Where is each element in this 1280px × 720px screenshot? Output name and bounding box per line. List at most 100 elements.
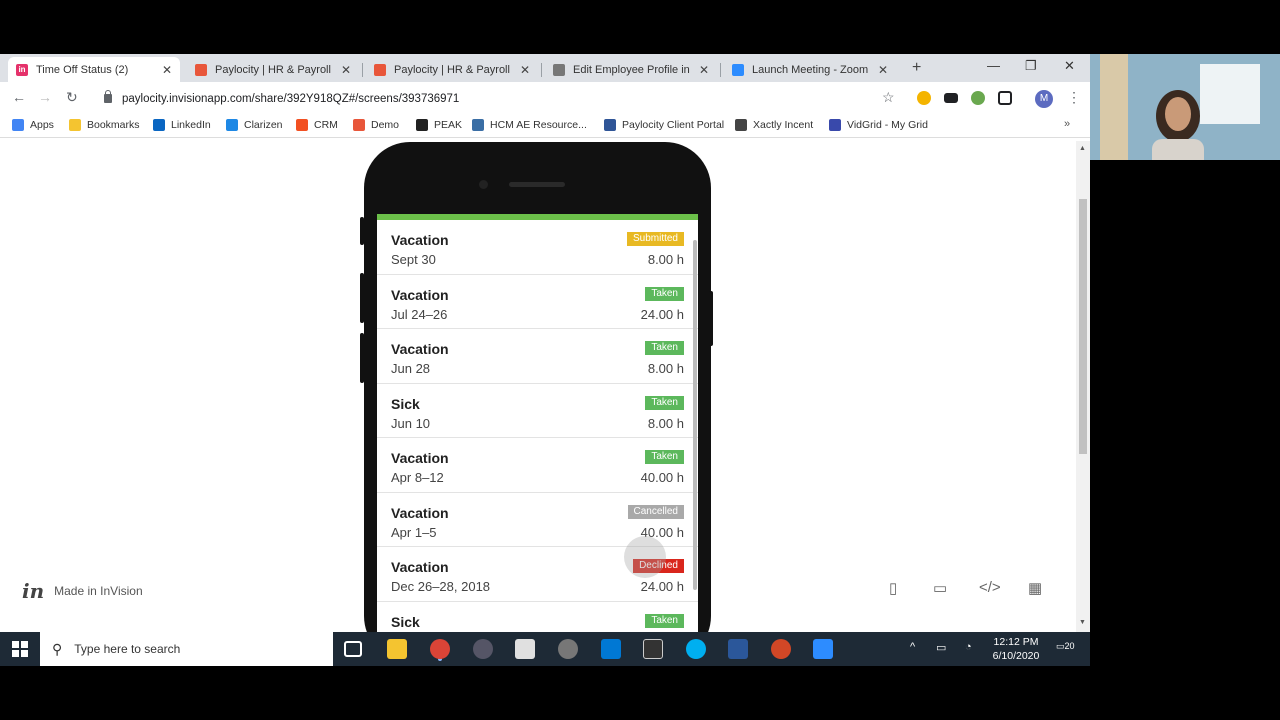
scroll-down-icon[interactable]: ▼	[1079, 619, 1086, 626]
minimize-icon[interactable]: —	[987, 58, 1000, 73]
search-icon: ⚲	[52, 640, 63, 657]
app-tool-icon[interactable]	[558, 639, 578, 659]
clock-date: 6/10/2020	[992, 650, 1040, 662]
lock-icon	[104, 90, 112, 103]
comment-icon[interactable]: ▭	[933, 579, 947, 597]
bookmark-icon	[604, 119, 616, 131]
file-explorer-icon[interactable]	[387, 639, 407, 659]
bookmark-label: HCM AE Resource...	[490, 119, 587, 131]
bookmark-item[interactable]: CRM	[296, 119, 338, 131]
notification-icon[interactable]: ▭20	[1056, 641, 1075, 652]
clock-time: 12:12 PM	[993, 636, 1039, 648]
close-window-icon[interactable]: ✕	[1064, 58, 1075, 74]
timeoff-row[interactable]: Vacation Sept 30 Submitted 8.00 h	[377, 220, 698, 275]
forward-icon[interactable]: →	[38, 89, 52, 105]
close-tab-icon[interactable]: ✕	[162, 63, 172, 77]
bookmark-label: Bookmarks	[87, 119, 140, 131]
restore-icon[interactable]: ❐	[1025, 58, 1037, 74]
app-window-icon[interactable]	[643, 639, 663, 659]
timeoff-row[interactable]: Vacation Jun 28 Taken 8.00 h	[377, 329, 698, 384]
close-tab-icon[interactable]: ✕	[520, 63, 530, 77]
tab-favicon	[374, 63, 386, 76]
bookmark-item[interactable]: Xactly Incent	[735, 119, 813, 131]
outlook-icon[interactable]	[601, 639, 621, 659]
new-tab-button[interactable]: +	[912, 59, 921, 77]
made-in-invision[interactable]: in Made in InVision	[22, 579, 143, 603]
timeoff-row[interactable]: Vacation Jul 24–26 Taken 24.00 h	[377, 275, 698, 329]
chrome-icon[interactable]	[430, 639, 450, 659]
more-bookmarks-icon[interactable]: »	[1064, 118, 1070, 130]
bookmark-icon	[69, 119, 81, 131]
bookmark-item[interactable]: Bookmarks	[69, 119, 140, 131]
tray-expand-icon[interactable]: ^	[910, 641, 915, 653]
phone-power-button	[709, 291, 713, 346]
task-view-icon[interactable]	[344, 641, 362, 657]
list-scrollbar[interactable]	[693, 240, 697, 590]
close-tab-icon[interactable]: ✕	[341, 63, 351, 77]
close-tab-icon[interactable]: ✕	[878, 63, 888, 77]
bookmark-icon	[12, 119, 24, 131]
browser-tab[interactable]: Edit Employee Profile in the ✕	[545, 57, 717, 82]
code-icon[interactable]: </>	[979, 579, 1001, 596]
extension-camera-icon[interactable]	[944, 93, 958, 103]
timeoff-row[interactable]: Sick Taken	[377, 602, 698, 633]
clock[interactable]: 12:12 PM 6/10/2020	[986, 635, 1046, 663]
grid-view-icon[interactable]: ▦	[1028, 579, 1042, 597]
windows-taskbar: ⚲ Type here to search ^ ▭ ◔ 12:12 PM 6/1…	[0, 632, 1090, 666]
profile-avatar[interactable]: M	[1035, 90, 1053, 108]
bookmark-item[interactable]: VidGrid - My Grid	[829, 119, 928, 131]
bookmark-icon	[353, 119, 365, 131]
browser-tab[interactable]: in Time Off Status (2) ✕	[8, 57, 180, 82]
bookmark-item[interactable]: PEAK	[416, 119, 462, 131]
bookmark-star-icon[interactable]: ☆	[882, 89, 895, 106]
scroll-up-icon[interactable]: ▲	[1079, 145, 1086, 152]
skype-icon[interactable]	[686, 639, 706, 659]
reload-icon[interactable]: ↻	[66, 89, 78, 106]
bookmark-item[interactable]: Paylocity Client Portal	[604, 119, 724, 131]
app-globe-icon[interactable]	[473, 639, 493, 659]
taskbar-search[interactable]: ⚲ Type here to search	[40, 632, 333, 666]
wifi-icon[interactable]: ◔	[965, 641, 972, 653]
status-badge: Taken	[645, 613, 684, 628]
word-icon[interactable]	[728, 639, 748, 659]
start-icon[interactable]	[12, 641, 28, 657]
battery-icon[interactable]: ▭	[936, 641, 946, 654]
timeoff-row[interactable]: Vacation Apr 8–12 Taken 40.00 h	[377, 438, 698, 493]
address-bar[interactable]: paylocity.invisionapp.com/share/392Y918Q…	[98, 87, 903, 110]
touch-indicator	[624, 536, 666, 578]
browser-tab[interactable]: Paylocity | HR & Payroll ✕	[366, 57, 538, 82]
bookmark-label: LinkedIn	[171, 119, 211, 131]
extension-gear-icon[interactable]	[971, 91, 985, 105]
bookmark-icon	[226, 119, 238, 131]
phone-side-button	[360, 217, 364, 245]
bookmark-item[interactable]: HCM AE Resource...	[472, 119, 587, 131]
browser-tab[interactable]: Launch Meeting - Zoom ✕	[724, 57, 896, 82]
browser-tab[interactable]: Paylocity | HR & Payroll ✕	[187, 57, 359, 82]
tab-favicon	[732, 63, 744, 76]
close-tab-icon[interactable]: ✕	[699, 63, 709, 77]
bookmark-item[interactable]: Clarizen	[226, 119, 283, 131]
extension-coin-icon[interactable]	[917, 91, 931, 105]
page-scrollbar[interactable]: ▲ ▼	[1076, 141, 1090, 632]
bookmark-label: Demo	[371, 119, 400, 131]
timeoff-type: Vacation	[391, 341, 449, 357]
timeoff-date: Apr 1–5	[391, 524, 437, 540]
back-icon[interactable]: ←	[12, 89, 26, 105]
bookmark-item[interactable]: Apps	[12, 119, 54, 131]
device-view-icon[interactable]: ▯	[889, 579, 897, 597]
page-content: Vacation Sept 30 Submitted 8.00 h Vacation Ju…	[0, 141, 1076, 632]
screen-stage: in Time Off Status (2) ✕ Paylocity | HR & P…	[0, 0, 1280, 720]
timeoff-hours: 8.00 h	[647, 361, 684, 376]
bookmark-item[interactable]: LinkedIn	[153, 119, 211, 131]
powerpoint-icon[interactable]	[771, 639, 791, 659]
extension-pen-icon[interactable]	[998, 91, 1012, 105]
bookmark-item[interactable]: Demo	[353, 119, 399, 131]
scroll-thumb[interactable]	[1079, 199, 1087, 454]
zoom-icon[interactable]	[813, 639, 833, 659]
menu-icon[interactable]: ⋮	[1067, 89, 1081, 106]
timeoff-hours: 8.00 h	[647, 415, 684, 431]
timeoff-row[interactable]: Sick Jun 10 Taken 8.00 h	[377, 384, 698, 438]
tab-label: Edit Employee Profile in the	[573, 63, 693, 76]
phone-volume-button	[360, 333, 364, 383]
app-paint-icon[interactable]	[515, 639, 535, 659]
